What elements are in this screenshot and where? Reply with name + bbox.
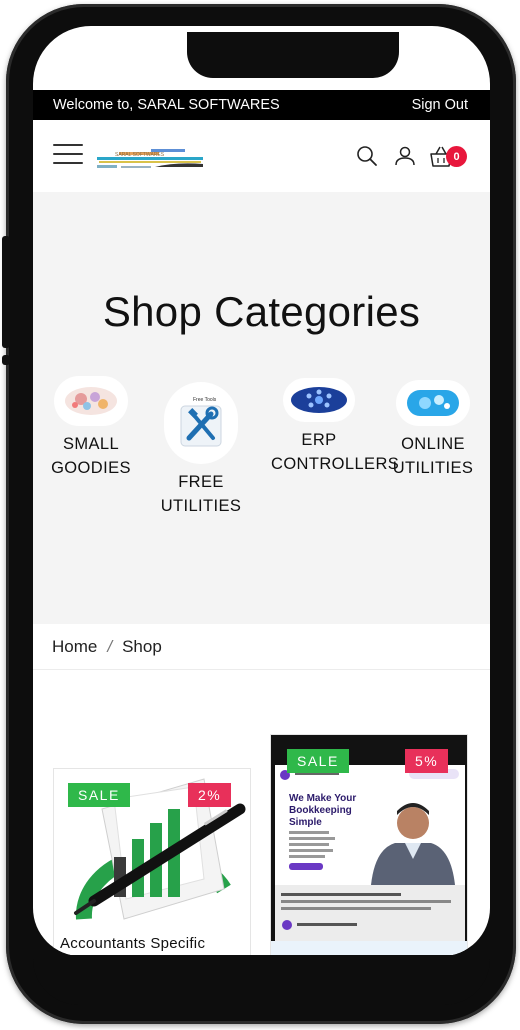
category-erp-controllers[interactable]: ERP CONTROLLERS xyxy=(271,378,400,476)
product-card[interactable]: We Make Your Bookkeeping Simple SALE 5% xyxy=(270,734,468,956)
online-cloud-icon xyxy=(407,390,459,416)
category-thumbnail xyxy=(396,380,470,426)
sale-badge: SALE xyxy=(287,749,349,773)
erp-modules-icon xyxy=(291,387,347,413)
phone-side-button xyxy=(2,236,10,348)
discount-badge: 2% xyxy=(188,783,232,807)
category-label: ONLINE UTILITIES xyxy=(392,435,474,477)
breadcrumb-separator: / xyxy=(107,636,113,656)
product-card[interactable]: SALE 2% Accountants Specific xyxy=(53,768,251,956)
sale-badge: SALE xyxy=(68,783,130,807)
category-label: SMALL GOODIES xyxy=(51,435,131,477)
user-account-icon[interactable] xyxy=(393,144,417,168)
svg-text:Free Tools: Free Tools xyxy=(193,397,217,403)
phone-screen: Welcome to, SARAL SOFTWARES Sign Out SAR… xyxy=(33,26,490,956)
discount-badge: 5% xyxy=(405,749,449,773)
category-thumbnail: Free Tools xyxy=(164,382,238,464)
category-thumbnail xyxy=(283,378,355,422)
category-small-goodies[interactable]: SMALL GOODIES xyxy=(43,376,139,480)
gift-items-icon xyxy=(65,387,117,415)
category-thumbnail xyxy=(54,376,128,426)
breadcrumb-current: Shop xyxy=(122,636,162,656)
breadcrumb: Home / Shop xyxy=(33,624,490,670)
hamburger-menu-icon[interactable] xyxy=(53,144,83,166)
promo-headline-line2: Bookkeeping xyxy=(289,805,352,816)
category-label: FREE UTILITIES xyxy=(160,473,242,515)
cart-count-badge: 0 xyxy=(446,146,467,167)
breadcrumb-home-link[interactable]: Home xyxy=(52,637,97,657)
site-header: SARAL SOFTWARES 0 xyxy=(33,120,490,192)
product-title[interactable]: Accountants Specific xyxy=(60,935,205,952)
category-label: ERP CONTROLLERS xyxy=(271,431,400,473)
site-logo[interactable]: SARAL SOFTWARES xyxy=(95,146,207,174)
promo-headline-line3: Simple xyxy=(289,817,322,828)
phone-bottom-bezel xyxy=(33,955,490,1005)
category-online-utilities[interactable]: ONLINE UTILITIES xyxy=(383,380,483,480)
shop-categories-section: Shop Categories SMALL GOODIES Free Tools xyxy=(33,192,490,624)
section-title: Shop Categories xyxy=(102,288,421,335)
category-free-utilities[interactable]: Free Tools FREE UTILITIES xyxy=(151,382,251,518)
phone-notch xyxy=(187,32,399,78)
logo-text: SARAL SOFTWARES xyxy=(115,152,165,158)
welcome-text: Welcome to, SARAL SOFTWARES xyxy=(53,97,280,113)
promo-headline-line1: We Make Your xyxy=(289,793,356,804)
sign-out-link[interactable]: Sign Out xyxy=(412,97,468,113)
phone-side-button-small xyxy=(2,355,10,365)
tools-wrench-screwdriver-icon: Free Tools xyxy=(180,397,222,447)
search-icon[interactable] xyxy=(355,144,379,168)
top-bar: Welcome to, SARAL SOFTWARES Sign Out xyxy=(33,90,490,120)
